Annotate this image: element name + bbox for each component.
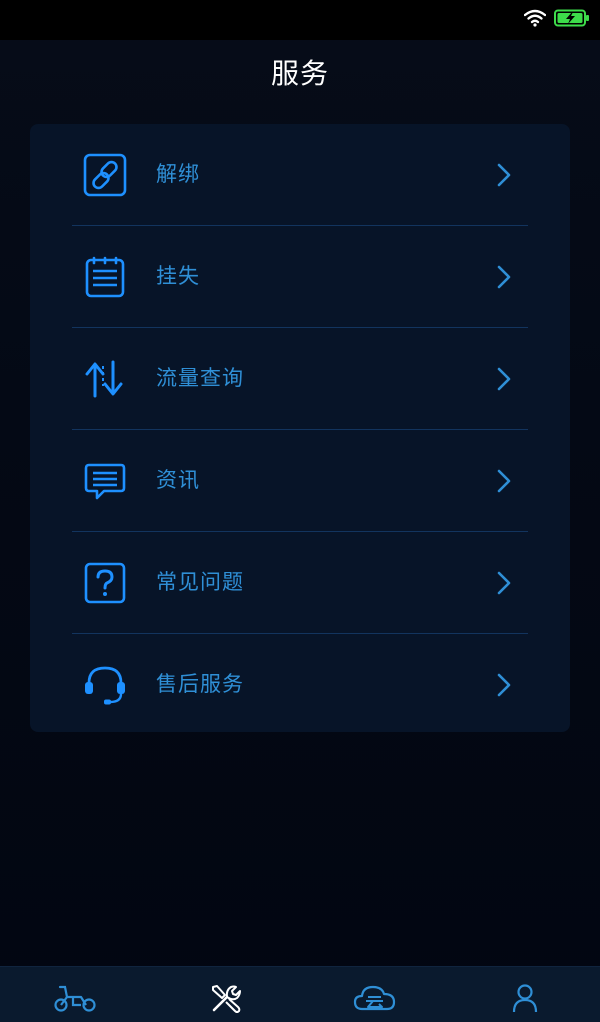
status-bar (0, 0, 600, 40)
news-icon (82, 458, 128, 504)
wifi-icon (524, 9, 546, 27)
service-screen: 服务 解绑 挂失 流量查询 资讯 常见问题 售后服务 (0, 0, 600, 1022)
menu-item-data-query[interactable]: 流量查询 (72, 328, 528, 430)
chevron-right-icon (496, 468, 512, 494)
scooter-icon (53, 983, 97, 1022)
menu-item-label: 售后服务 (156, 672, 244, 696)
tab-profile[interactable] (450, 983, 600, 1022)
status-icons (524, 9, 590, 27)
cloud-icon (352, 983, 398, 1022)
chevron-right-icon (496, 366, 512, 392)
battery-charging-icon (554, 9, 590, 27)
chevron-right-icon (496, 162, 512, 188)
menu-item-after-sales[interactable]: 售后服务 (72, 634, 528, 736)
data-traffic-icon (82, 356, 128, 402)
menu-item-label: 流量查询 (156, 366, 244, 390)
service-menu-card: 解绑 挂失 流量查询 资讯 常见问题 售后服务 (30, 124, 570, 732)
unlink-icon (82, 152, 128, 198)
chevron-right-icon (496, 672, 512, 698)
report-loss-icon (82, 254, 128, 300)
bottom-tab-bar (0, 966, 600, 1022)
chevron-right-icon (496, 570, 512, 596)
menu-item-report-loss[interactable]: 挂失 (72, 226, 528, 328)
menu-item-label: 解绑 (156, 162, 200, 186)
menu-item-label: 资讯 (156, 468, 200, 492)
tools-icon (209, 983, 241, 1022)
menu-item-faq[interactable]: 常见问题 (72, 532, 528, 634)
tab-scooter[interactable] (0, 983, 150, 1022)
chevron-right-icon (496, 264, 512, 290)
user-icon (510, 983, 540, 1022)
menu-item-label: 挂失 (156, 264, 200, 288)
headset-icon (82, 662, 128, 708)
menu-item-unbind[interactable]: 解绑 (72, 124, 528, 226)
faq-icon (82, 560, 128, 606)
tab-cloud[interactable] (300, 983, 450, 1022)
menu-item-news[interactable]: 资讯 (72, 430, 528, 532)
page-title: 服务 (270, 57, 329, 90)
menu-item-label: 常见问题 (156, 570, 244, 594)
tab-service[interactable] (150, 983, 300, 1022)
